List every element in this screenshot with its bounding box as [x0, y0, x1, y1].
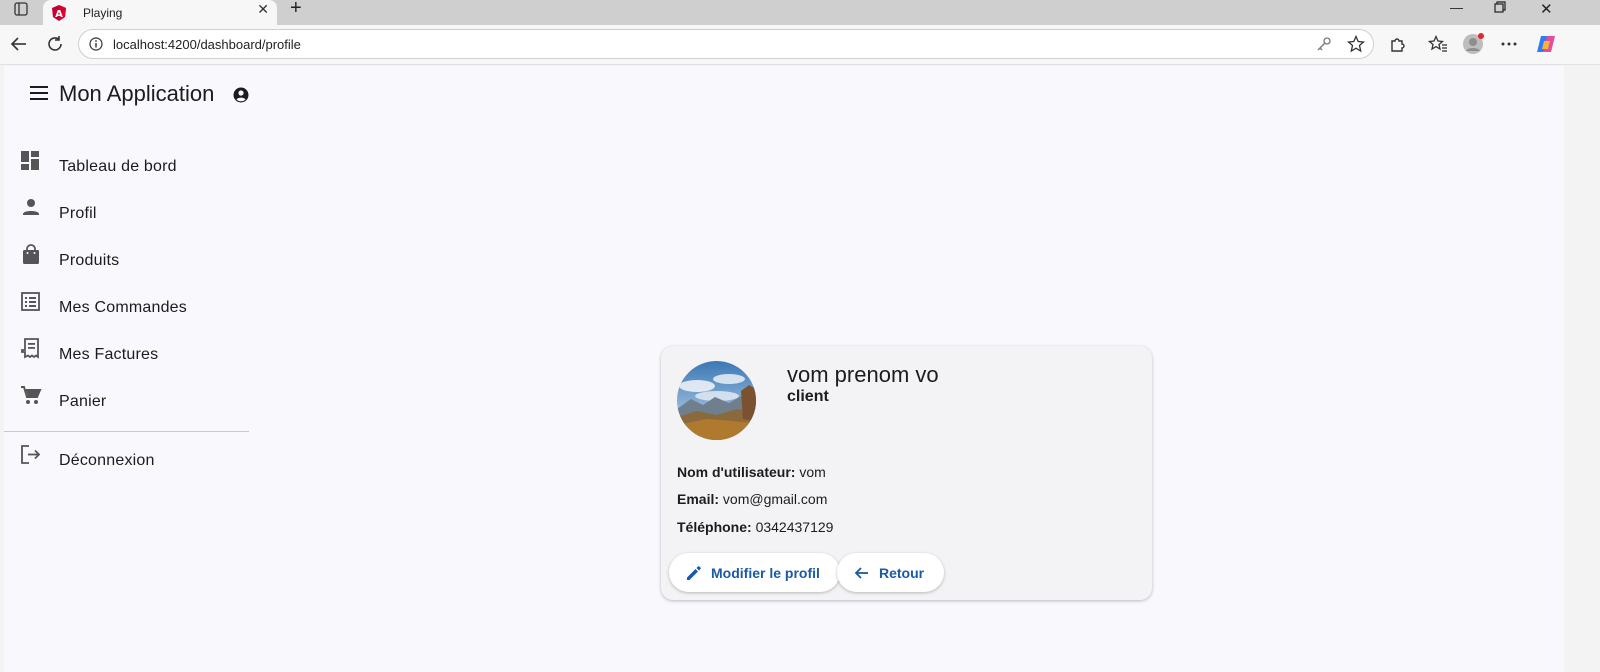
minimize-icon[interactable]: —: [1450, 0, 1463, 15]
sidebar-divider: [4, 431, 249, 432]
arrow-back-icon: [854, 566, 868, 579]
browser-tab-strip: A Playing ✕ + — ✕: [0, 0, 1600, 25]
list-icon: [21, 292, 40, 311]
sidebar-item-tableau-de-bord[interactable]: Tableau de bord: [4, 144, 249, 191]
email-row: Email: vom@gmail.com: [677, 491, 827, 507]
app-container: Mon Application Tableau de bord Profil P…: [4, 66, 1564, 672]
address-bar: localhost:4200/dashboard/profile: [0, 25, 1600, 65]
tab-title: Playing: [83, 5, 123, 20]
dashboard-icon: [21, 151, 39, 170]
receipt-icon: [21, 338, 39, 359]
restore-icon[interactable]: [1494, 1, 1506, 16]
profile-icon[interactable]: [1462, 33, 1484, 55]
sidebar-item-label: Tableau de bord: [59, 158, 177, 175]
logout-icon: [21, 445, 41, 464]
account-circle-icon[interactable]: [233, 87, 249, 103]
app-title: Mon Application: [59, 81, 215, 106]
phone-label: Téléphone:: [677, 519, 752, 535]
person-icon: [23, 199, 39, 215]
app-header: Mon Application: [4, 66, 264, 126]
back-label: Retour: [879, 564, 925, 581]
svg-text:A: A: [55, 9, 63, 20]
shopping-bag-icon: [23, 244, 39, 264]
profile-role: client: [787, 388, 829, 405]
sidebar-item-panier[interactable]: Panier: [4, 379, 249, 426]
menu-icon[interactable]: [30, 86, 48, 100]
sidebar-item-produits[interactable]: Produits: [4, 238, 249, 285]
username-row: Nom d'utilisateur: vom: [677, 464, 826, 480]
key-icon[interactable]: [1313, 33, 1335, 55]
reload-icon[interactable]: [44, 33, 66, 55]
sidebar-item-label: Déconnexion: [59, 452, 155, 469]
sidebar-item-deconnexion[interactable]: Déconnexion: [4, 438, 249, 485]
profile-card: vom prenom vo client Nom d'utilisateur: …: [661, 346, 1152, 600]
browser-tab[interactable]: A Playing ✕: [43, 0, 277, 25]
email-value: vom@gmail.com: [722, 491, 828, 507]
url-field[interactable]: localhost:4200/dashboard/profile: [78, 29, 1374, 59]
username-value: vom: [799, 464, 826, 480]
edit-profile-label: Modifier le profil: [711, 564, 820, 581]
username-label: Nom d'utilisateur:: [677, 464, 796, 480]
sidebar-nav: Tableau de bord Profil Produits Mes Comm…: [4, 144, 249, 485]
sidebar-item-mes-factures[interactable]: Mes Factures: [4, 332, 249, 379]
angular-logo-icon: A: [52, 4, 66, 21]
more-icon[interactable]: [1498, 33, 1520, 55]
sidebar-item-profil[interactable]: Profil: [4, 191, 249, 238]
back-icon[interactable]: [8, 33, 30, 55]
cart-icon: [21, 386, 42, 404]
sidebar-item-label: Profil: [59, 205, 97, 222]
favorites-icon[interactable]: [1427, 33, 1449, 55]
phone-value: 0342437129: [755, 519, 834, 535]
sidebar-item-label: Mes Factures: [59, 346, 159, 363]
window-close-icon[interactable]: ✕: [1540, 0, 1553, 18]
sidebar-item-label: Produits: [59, 252, 120, 269]
edit-profile-button[interactable]: Modifier le profil: [669, 553, 840, 592]
sidebar-toggle-icon[interactable]: [12, 0, 30, 18]
email-label: Email:: [677, 491, 720, 507]
sidebar-item-mes-commandes[interactable]: Mes Commandes: [4, 285, 249, 332]
back-button[interactable]: Retour: [837, 553, 945, 592]
phone-row: Téléphone: 0342437129: [677, 519, 833, 535]
pencil-icon: [687, 565, 701, 580]
close-icon[interactable]: ✕: [257, 1, 269, 18]
copilot-icon[interactable]: [1535, 33, 1557, 55]
extensions-icon[interactable]: [1387, 33, 1409, 55]
plus-icon[interactable]: +: [290, 0, 302, 20]
avatar: [677, 361, 756, 440]
info-icon[interactable]: [89, 37, 103, 51]
sidebar-item-label: Mes Commandes: [59, 299, 187, 316]
profile-name: vom prenom vo: [787, 362, 939, 387]
star-icon[interactable]: [1345, 33, 1367, 55]
sidebar-item-label: Panier: [59, 393, 107, 410]
url-text: localhost:4200/dashboard/profile: [113, 36, 301, 52]
